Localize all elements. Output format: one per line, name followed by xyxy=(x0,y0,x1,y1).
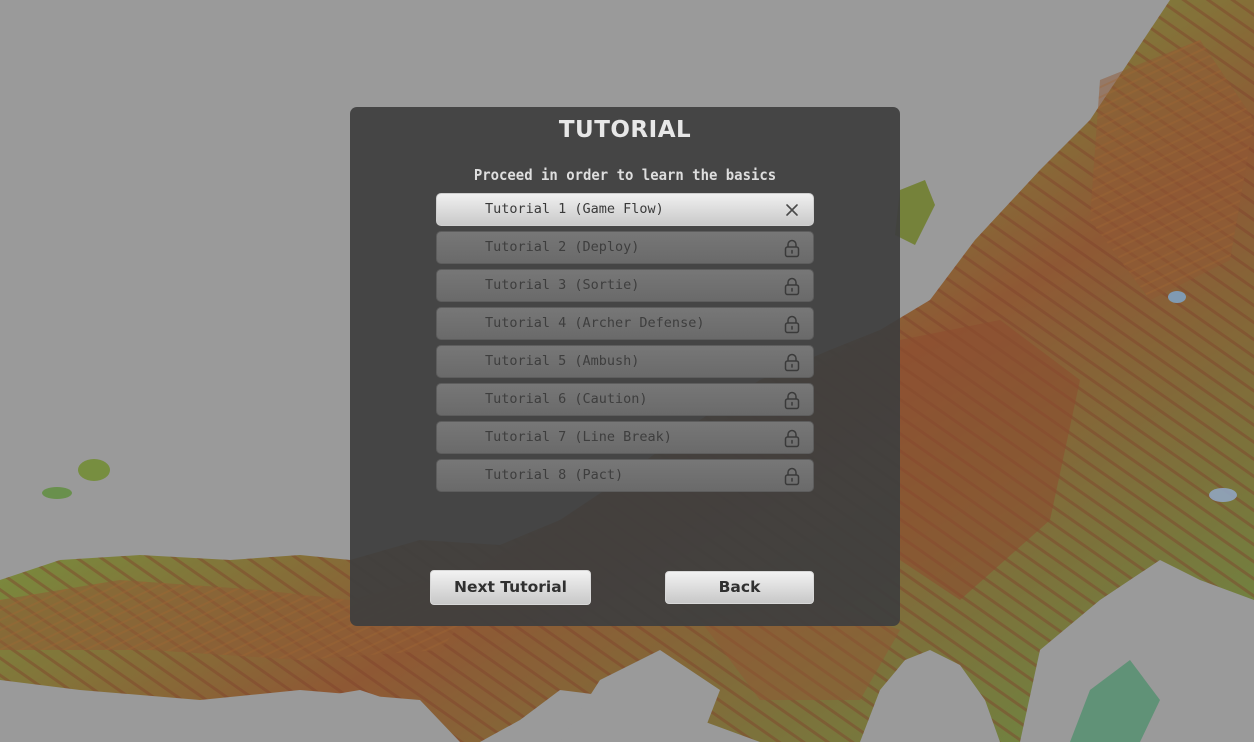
tutorial-item-label: Tutorial 7 (Line Break) xyxy=(485,429,672,445)
tutorial-item-2[interactable]: Tutorial 2 (Deploy) xyxy=(436,231,814,264)
tutorial-item-6[interactable]: Tutorial 6 (Caution) xyxy=(436,383,814,416)
dialog-title: TUTORIAL xyxy=(558,117,692,143)
game-screen: TUTORIAL Proceed in order to learn the b… xyxy=(0,0,1254,742)
lock-icon xyxy=(784,353,800,372)
lock-icon xyxy=(784,429,800,448)
tutorial-item-label: Tutorial 1 (Game Flow) xyxy=(485,201,664,217)
lock-icon xyxy=(784,467,800,486)
tutorial-item-7[interactable]: Tutorial 7 (Line Break) xyxy=(436,421,814,454)
tutorial-list: Tutorial 1 (Game Flow) Tutorial 2 (Deplo… xyxy=(436,193,814,497)
tutorial-item-label: Tutorial 2 (Deploy) xyxy=(485,239,640,255)
tutorial-item-5[interactable]: Tutorial 5 (Ambush) xyxy=(436,345,814,378)
tutorial-item-1[interactable]: Tutorial 1 (Game Flow) xyxy=(436,193,814,226)
tutorial-dialog: TUTORIAL Proceed in order to learn the b… xyxy=(350,107,900,626)
lock-icon xyxy=(784,315,800,334)
lock-icon xyxy=(784,239,800,258)
dialog-subtitle: Proceed in order to learn the basics xyxy=(473,166,777,184)
tutorial-item-4[interactable]: Tutorial 4 (Archer Defense) xyxy=(436,307,814,340)
tutorial-item-label: Tutorial 5 (Ambush) xyxy=(485,353,640,369)
tutorial-item-label: Tutorial 4 (Archer Defense) xyxy=(485,315,705,331)
tutorial-item-label: Tutorial 3 (Sortie) xyxy=(485,277,640,293)
tutorial-item-label: Tutorial 6 (Caution) xyxy=(485,391,648,407)
back-button[interactable]: Back xyxy=(665,571,814,604)
next-tutorial-button[interactable]: Next Tutorial xyxy=(430,570,591,605)
tutorial-item-8[interactable]: Tutorial 8 (Pact) xyxy=(436,459,814,492)
lock-icon xyxy=(784,391,800,410)
tutorial-item-label: Tutorial 8 (Pact) xyxy=(485,467,624,483)
lock-icon xyxy=(784,277,800,296)
tutorial-item-3[interactable]: Tutorial 3 (Sortie) xyxy=(436,269,814,302)
close-icon[interactable] xyxy=(782,200,802,220)
